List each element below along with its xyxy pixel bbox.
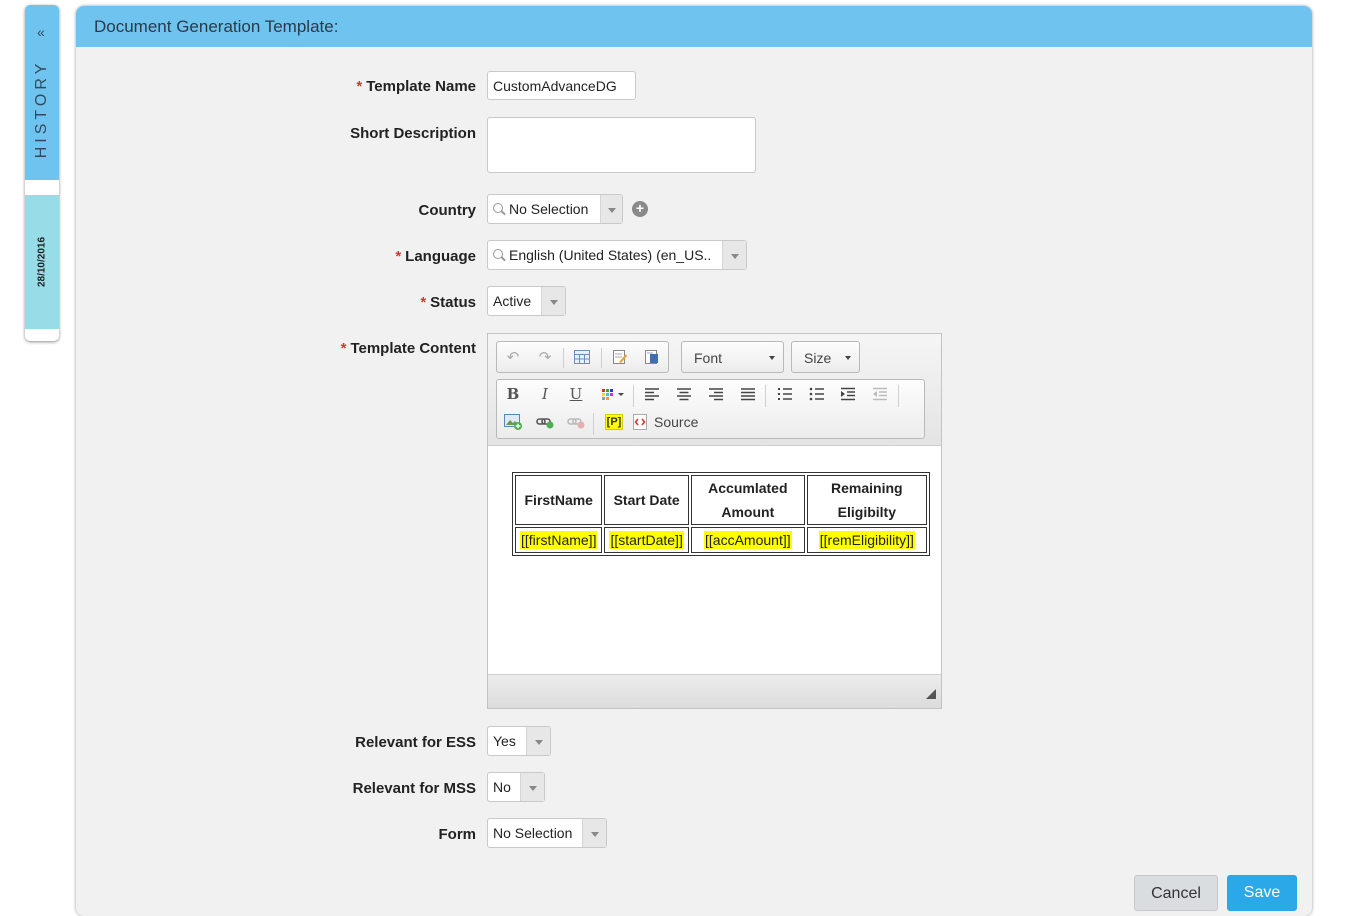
rich-text-editor[interactable]: ↶ ↷ Font Size B I U [P] Source FirstName… xyxy=(487,333,942,709)
font-combo[interactable]: Font xyxy=(681,341,784,373)
resize-handle[interactable] xyxy=(926,689,936,699)
history-toggle[interactable]: « HISTORY xyxy=(25,5,59,180)
placeholder-button-label: [P] xyxy=(604,414,624,430)
toolbar-group-edit: ↶ ↷ xyxy=(496,341,669,373)
align-left-icon[interactable] xyxy=(640,383,664,405)
outdent-icon[interactable] xyxy=(868,383,892,405)
toolbar-group-format: B I U [P] Source xyxy=(496,379,925,439)
chevron-down-icon xyxy=(845,356,851,360)
font-combo-label: Font xyxy=(694,350,723,366)
table-cell[interactable]: [[accAmount]] xyxy=(690,527,805,553)
save-button[interactable]: Save xyxy=(1227,875,1297,911)
image-icon[interactable] xyxy=(501,411,525,433)
relevant-mss-select[interactable]: No xyxy=(487,772,545,802)
history-entry[interactable]: 28/10/2016 xyxy=(25,195,59,329)
cancel-button[interactable]: Cancel xyxy=(1134,875,1218,911)
search-icon xyxy=(493,249,503,259)
align-center-icon[interactable] xyxy=(672,383,696,405)
placeholder-button[interactable]: [P] xyxy=(601,411,627,433)
placeholder-token: [[firstName]] xyxy=(520,531,598,549)
chevron-down-icon[interactable] xyxy=(722,241,746,269)
source-button[interactable]: Source xyxy=(633,411,707,433)
required-marker: * xyxy=(340,340,347,357)
document-icon[interactable] xyxy=(640,346,664,368)
redo-icon[interactable]: ↷ xyxy=(533,346,557,368)
size-combo[interactable]: Size xyxy=(791,341,860,373)
template-panel: Document Generation Template: * Template … xyxy=(76,6,1312,916)
placeholder-token: [[startDate]] xyxy=(609,531,684,549)
table-row: [[firstName]] [[startDate]] [[accAmount]… xyxy=(515,527,927,553)
chevron-down-icon[interactable] xyxy=(520,773,544,801)
relevant-ess-value: Yes xyxy=(493,733,516,749)
history-entry-date: 28/10/2016 xyxy=(36,236,48,288)
bold-button[interactable]: B xyxy=(501,383,525,405)
chevron-down-icon xyxy=(769,356,775,360)
table-header-cell[interactable]: FirstName xyxy=(515,475,603,525)
link-icon[interactable] xyxy=(533,411,557,433)
editor-statusbar xyxy=(488,674,941,708)
country-select[interactable]: No Selection xyxy=(487,194,623,224)
relevant-mss-label: Relevant for MSS xyxy=(352,780,476,797)
language-label: * Language xyxy=(395,248,476,265)
unlink-icon[interactable] xyxy=(564,411,588,433)
align-justify-icon[interactable] xyxy=(736,383,760,405)
relevant-ess-label: Relevant for ESS xyxy=(355,734,476,751)
table-icon[interactable] xyxy=(570,346,594,368)
align-right-icon[interactable] xyxy=(704,383,728,405)
content-table[interactable]: FirstName Start Date Accumlated Amount R… xyxy=(512,472,930,556)
bullet-list-icon[interactable] xyxy=(805,383,829,405)
editor-content-area[interactable]: FirstName Start Date Accumlated Amount R… xyxy=(488,447,941,674)
required-marker: * xyxy=(395,248,402,265)
chevron-down-icon[interactable] xyxy=(600,195,622,223)
short-description-textarea[interactable] xyxy=(487,117,756,173)
country-value: No Selection xyxy=(509,201,589,217)
table-header-cell[interactable]: Accumlated Amount xyxy=(690,475,805,525)
chevron-down-icon[interactable] xyxy=(541,287,565,315)
relevant-mss-value: No xyxy=(493,779,511,795)
add-country-icon[interactable]: + xyxy=(632,201,648,217)
source-code-icon xyxy=(633,414,647,430)
template-content-label: * Template Content xyxy=(340,340,476,357)
search-icon xyxy=(493,203,503,213)
form-select[interactable]: No Selection xyxy=(487,818,607,848)
status-value: Active xyxy=(493,293,532,309)
short-description-label: Short Description xyxy=(350,125,476,142)
status-label: * Status xyxy=(420,294,476,311)
country-label: Country xyxy=(418,202,477,219)
language-value: English (United States) (en_US.. xyxy=(509,247,712,263)
template-name-input[interactable]: CustomAdvanceDG xyxy=(487,71,636,100)
italic-button[interactable]: I xyxy=(533,383,557,405)
undo-icon[interactable]: ↶ xyxy=(501,346,525,368)
template-name-label: * Template Name xyxy=(356,78,476,95)
relevant-ess-select[interactable]: Yes xyxy=(487,726,551,756)
placeholder-token: [[accAmount]] xyxy=(704,531,792,549)
table-cell[interactable]: [[firstName]] xyxy=(515,527,603,553)
language-select[interactable]: English (United States) (en_US.. xyxy=(487,240,747,270)
status-select[interactable]: Active xyxy=(487,286,566,316)
history-label: HISTORY xyxy=(33,59,50,159)
required-marker: * xyxy=(356,78,363,95)
table-header-cell[interactable]: Remaining Eligibilty xyxy=(806,475,927,525)
collapse-icon[interactable]: « xyxy=(37,25,45,39)
history-panel: « HISTORY 28/10/2016 xyxy=(25,5,59,341)
text-color-icon[interactable] xyxy=(598,383,628,405)
table-cell[interactable]: [[startDate]] xyxy=(604,527,689,553)
table-header-cell[interactable]: Start Date xyxy=(604,475,689,525)
table-header-row: FirstName Start Date Accumlated Amount R… xyxy=(515,475,927,525)
placeholder-token: [[remEligibility]] xyxy=(818,531,915,549)
chevron-down-icon[interactable] xyxy=(526,727,550,755)
panel-title: Document Generation Template: xyxy=(76,6,1312,47)
source-button-label: Source xyxy=(654,414,699,430)
size-combo-label: Size xyxy=(804,350,832,366)
indent-icon[interactable] xyxy=(836,383,860,405)
chevron-down-icon[interactable] xyxy=(582,819,606,847)
numbered-list-icon[interactable] xyxy=(773,383,797,405)
form-value: No Selection xyxy=(493,825,573,841)
form-label: Form xyxy=(438,826,477,843)
table-cell[interactable]: [[remEligibility]] xyxy=(806,527,927,553)
required-marker: * xyxy=(420,294,427,311)
underline-button[interactable]: U xyxy=(564,383,588,405)
editor-toolbar: ↶ ↷ Font Size B I U [P] Source xyxy=(488,334,941,446)
templates-icon[interactable] xyxy=(608,346,632,368)
